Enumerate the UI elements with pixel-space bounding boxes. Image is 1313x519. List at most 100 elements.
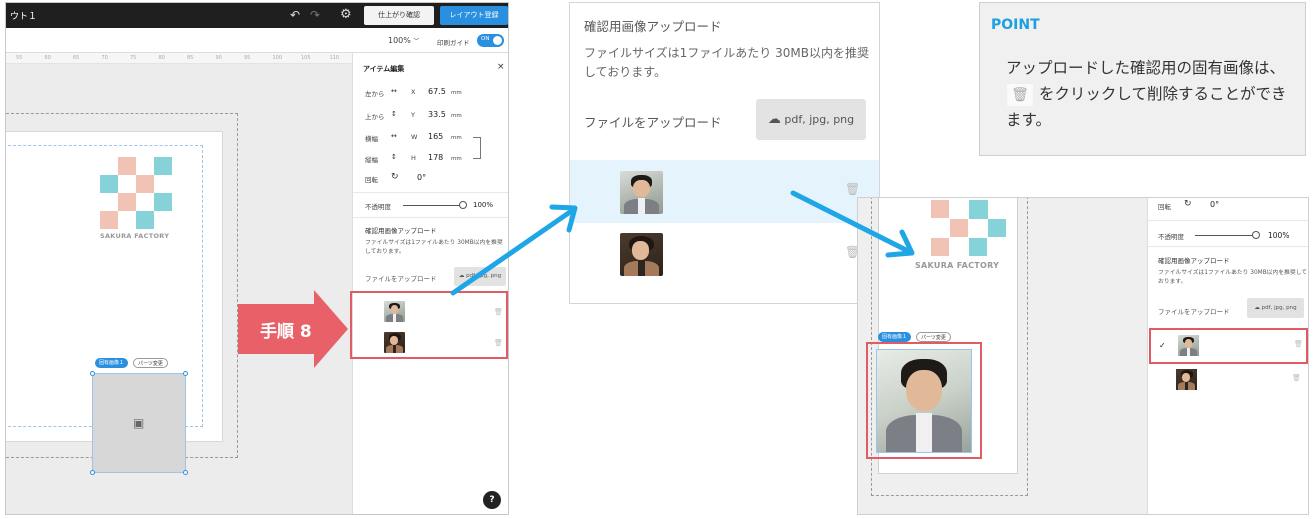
resize-handle[interactable]: [90, 371, 95, 376]
trash-icon[interactable]: 🗑: [845, 182, 860, 196]
ruler-number: 90: [215, 55, 222, 61]
trash-icon[interactable]: 🗑: [1292, 374, 1301, 382]
opacity-slider[interactable]: [1195, 235, 1255, 236]
divider: [353, 217, 508, 218]
resize-handle[interactable]: [90, 470, 95, 475]
width-value-field[interactable]: 165: [428, 132, 443, 141]
upload-button[interactable]: ☁ pdf, jpg, png: [1247, 298, 1304, 318]
uploaded-image-thumbnail: [620, 233, 663, 276]
rotate-icon[interactable]: ↻: [1184, 199, 1192, 209]
opacity-slider-knob[interactable]: [1252, 231, 1260, 239]
unique-image-tag[interactable]: 固有画像１: [878, 332, 912, 342]
point-text-after: をクリックして削除することができます。: [1006, 85, 1287, 129]
horizontal-arrow-icon: ↔: [391, 87, 397, 95]
resize-handle[interactable]: [183, 371, 188, 376]
highlight-box: [866, 342, 982, 459]
divider: [1148, 220, 1308, 221]
check-icon: ✓: [1159, 341, 1166, 350]
horizontal-arrow-icon: ↔: [391, 132, 397, 140]
upload-button-label: pdf, jpg, png: [784, 113, 855, 126]
layout-title: ウト１: [10, 12, 38, 22]
x-value-field[interactable]: 67.5: [428, 87, 446, 96]
image-placeholder[interactable]: ▣: [90, 371, 188, 475]
cloud-upload-icon: ☁: [767, 112, 781, 127]
editor-screenshot: ウト１ ↶ ↷ ⚙ 仕上がり確認 レイアウト登録 100% ﹀ 印刷ガイド ON…: [5, 2, 509, 515]
opacity-value: 100%: [473, 201, 494, 209]
prop-unit: mm: [451, 135, 462, 141]
placed-photo[interactable]: [876, 349, 972, 453]
upload-description: ファイルサイズは1ファイルあたり 30MB以内を推奨しております。: [1158, 270, 1308, 285]
prop-label: 横幅: [365, 135, 378, 143]
print-guide-label: 印刷ガイド: [437, 39, 470, 47]
item-edit-panel: 回転 ↻ 0° 不透明度 100% 確認用画像アップロード ファイルサイズは1フ…: [1147, 198, 1308, 514]
uploaded-image-row-selected[interactable]: ✓ 🗑: [1149, 328, 1308, 364]
point-title: POINT: [991, 17, 1040, 33]
upload-description: ファイルサイズは1ファイルあたり 30MB以内を推奨しております。: [584, 46, 869, 79]
prop-label: 左から: [365, 90, 385, 98]
preview-button[interactable]: 仕上がり確認: [364, 6, 434, 25]
uploaded-image-row[interactable]: 🗑: [570, 223, 879, 286]
resize-handle[interactable]: [183, 470, 188, 475]
point-text: アップロードした確認用の固有画像は、 🗑 をクリックして削除することができます。: [1006, 55, 1296, 133]
upload-button[interactable]: ☁ pdf, jpg, png: [454, 267, 506, 286]
undo-icon[interactable]: ↶: [290, 8, 300, 22]
prop-unit: mm: [451, 90, 462, 96]
prop-unit: mm: [451, 156, 462, 162]
rotate-icon[interactable]: ↻: [391, 172, 399, 182]
close-icon[interactable]: ×: [497, 62, 505, 72]
opacity-label: 不透明度: [365, 203, 391, 211]
logo-text: SAKURA FACTORY: [100, 232, 170, 240]
ruler-number: 60: [44, 55, 51, 61]
cloud-upload-icon: ☁: [1254, 305, 1260, 311]
upload-label: ファイルをアップロード: [1158, 308, 1230, 316]
item-edit-panel: アイテム編集 × 左から ↔ X 67.5 mm 上から ↕ Y 33.5 mm…: [352, 53, 508, 514]
toggle-knob: [493, 36, 502, 45]
register-layout-button[interactable]: レイアウト登録: [440, 6, 508, 25]
cloud-upload-icon: ☁: [458, 273, 465, 279]
rotate-value[interactable]: 0°: [1210, 200, 1219, 209]
upload-button[interactable]: ☁ pdf, jpg, png: [756, 99, 866, 140]
result-screenshot: SAKURA FACTORY 固有画像１ パーツ変更 回転 ↻ 0° 不透明度 …: [857, 197, 1309, 515]
change-parts-button[interactable]: パーツ変更: [916, 332, 951, 342]
trash-icon[interactable]: 🗑: [1294, 340, 1303, 348]
y-value-field[interactable]: 33.5: [428, 110, 446, 119]
prop-label: 縦幅: [365, 156, 378, 164]
opacity-slider-knob[interactable]: [459, 201, 467, 209]
prop-unit: mm: [451, 113, 462, 119]
redo-icon[interactable]: ↷: [310, 8, 320, 22]
height-value-field[interactable]: 178: [428, 153, 443, 162]
upload-title: 確認用画像アップロード: [1158, 257, 1230, 265]
ruler-number: 95: [244, 55, 251, 61]
rotate-label: 回転: [365, 176, 378, 184]
uploaded-image-thumbnail[interactable]: [1176, 369, 1197, 390]
uploaded-image-thumbnail: [620, 171, 663, 214]
ruler-number: 70: [101, 55, 108, 61]
aspect-lock-icon[interactable]: [473, 137, 481, 159]
opacity-slider[interactable]: [403, 205, 463, 206]
panel-title: アイテム編集: [363, 65, 405, 73]
gear-icon[interactable]: ⚙: [340, 7, 352, 22]
help-icon[interactable]: ?: [483, 491, 501, 509]
rotate-value[interactable]: 0°: [417, 173, 426, 182]
ruler-number: 85: [187, 55, 194, 61]
opacity-label: 不透明度: [1158, 233, 1184, 241]
upload-title: 確認用画像アップロード: [365, 227, 437, 235]
prop-axis: W: [411, 133, 418, 141]
upload-section-zoom: 確認用画像アップロード ファイルサイズは1ファイルあたり 30MB以内を推奨して…: [569, 2, 880, 304]
toggle-state: ON: [481, 36, 490, 42]
print-guide-toggle[interactable]: ON: [477, 34, 504, 47]
ruler-number: 65: [73, 55, 80, 61]
step-label: 手順 8: [260, 322, 312, 342]
ruler-number: 105: [301, 55, 311, 61]
vertical-arrow-icon: ↕: [391, 110, 397, 118]
change-parts-button[interactable]: パーツ変更: [133, 358, 168, 368]
upload-label: ファイルをアップロード: [365, 275, 437, 283]
trash-icon: 🗑: [1006, 82, 1034, 107]
zoom-select[interactable]: 100% ﹀: [388, 36, 419, 45]
editor-toolbar: 100% ﹀ 印刷ガイド ON: [6, 28, 508, 53]
unique-image-tag[interactable]: 固有画像１: [95, 358, 129, 368]
rotate-label: 回転: [1158, 203, 1171, 211]
uploaded-image-row-selected[interactable]: 🗑: [570, 160, 879, 223]
highlight-box: [350, 291, 508, 359]
upload-button-label: pdf, jpg, png: [466, 273, 502, 279]
